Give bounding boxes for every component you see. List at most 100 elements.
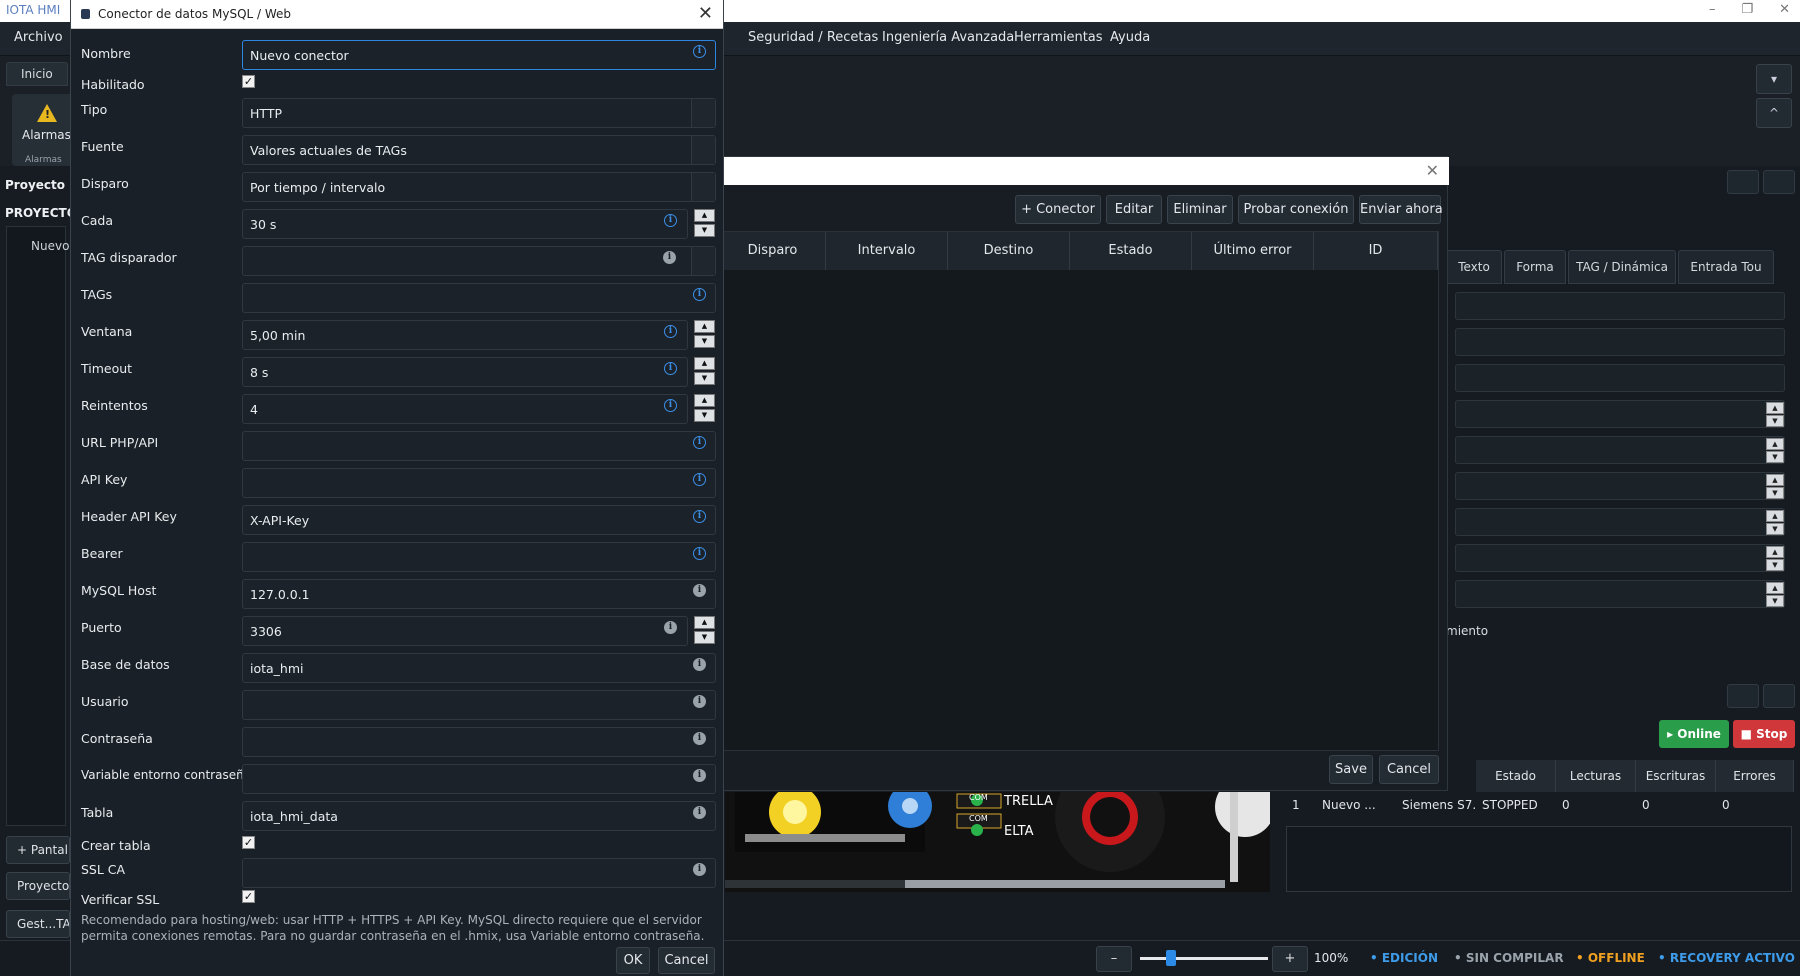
info-icon[interactable]: i <box>693 732 706 745</box>
edit-button[interactable]: Editar <box>1106 195 1162 224</box>
table-cell[interactable]: 0 <box>1636 792 1716 818</box>
info-icon[interactable]: i <box>693 863 706 876</box>
spin-down-icon[interactable]: ▼ <box>1766 487 1784 499</box>
spin-down-icon[interactable]: ▼ <box>694 335 715 348</box>
fuente-select[interactable]: Valores actuales de TAGs <box>242 135 716 165</box>
info-icon[interactable]: i <box>664 621 677 634</box>
cancel-button[interactable]: Cancel <box>658 947 715 974</box>
connectors-table[interactable]: Disparo Intervalo Destino Estado Último … <box>719 231 1439 751</box>
spin-up-icon[interactable]: ▲ <box>1766 510 1784 522</box>
disparo-select[interactable]: Por tiempo / intervalo <box>242 172 716 202</box>
close-icon[interactable]: ✕ <box>1426 161 1439 180</box>
tab-texto[interactable]: Texto <box>1446 250 1502 284</box>
mysql-host-input[interactable]: 127.0.0.1 <box>242 579 716 609</box>
chevron-down-icon[interactable] <box>691 99 715 127</box>
spin-up-icon[interactable]: ▲ <box>1766 582 1784 594</box>
zoom-in-button[interactable]: + <box>1272 946 1308 972</box>
info-icon[interactable]: i <box>693 547 706 560</box>
table-cell[interactable]: STOPPED <box>1476 792 1556 818</box>
info-icon[interactable]: i <box>693 658 706 671</box>
property-field[interactable] <box>1455 400 1785 428</box>
menu-seguridad[interactable]: Seguridad / Recetas <box>748 30 878 45</box>
table-cell[interactable]: 1 <box>1286 792 1316 818</box>
info-icon[interactable]: i <box>693 806 706 819</box>
menu-herramientas[interactable]: Herramientas <box>1014 30 1103 45</box>
table-cell[interactable]: 0 <box>1556 792 1636 818</box>
info-icon[interactable]: i <box>663 251 676 264</box>
tab-tag-dinamica[interactable]: TAG / Dinámica <box>1568 250 1676 284</box>
property-field[interactable] <box>1455 472 1785 500</box>
spin-up-icon[interactable]: ▲ <box>694 320 715 333</box>
property-field[interactable] <box>1455 580 1785 608</box>
tags-input[interactable] <box>242 283 716 313</box>
info-icon[interactable]: i <box>693 769 706 782</box>
bearer-input[interactable] <box>242 542 716 572</box>
ventana-spinbox[interactable]: 5,00 min <box>242 320 688 350</box>
close-panel-icon[interactable] <box>1763 684 1795 708</box>
menu-ayuda[interactable]: Ayuda <box>1110 30 1150 45</box>
delete-button[interactable]: Eliminar <box>1167 195 1233 224</box>
habilitado-checkbox[interactable]: ✓ <box>242 75 255 88</box>
puerto-spinbox[interactable]: 3306 <box>242 616 688 646</box>
zoom-slider[interactable] <box>1140 957 1268 960</box>
table-cell[interactable]: Siemens S7... <box>1396 792 1476 818</box>
info-icon[interactable]: i <box>693 510 706 523</box>
cada-spinbox[interactable]: 30 s <box>242 209 688 239</box>
timeout-spinbox[interactable]: 8 s <box>242 357 688 387</box>
info-icon[interactable]: i <box>693 584 706 597</box>
spin-down-icon[interactable]: ▼ <box>1766 595 1784 607</box>
info-icon[interactable]: i <box>693 45 706 58</box>
table-cell[interactable]: Nuevo ... <box>1316 792 1396 818</box>
tab-inicio[interactable]: Inicio <box>6 62 68 86</box>
column-header[interactable]: Estado <box>1476 760 1556 792</box>
spin-up-icon[interactable]: ▲ <box>694 357 715 370</box>
column-header[interactable]: Errores <box>1716 760 1794 792</box>
spin-down-icon[interactable]: ▼ <box>694 372 715 385</box>
property-field[interactable] <box>1455 292 1785 320</box>
tab-proyecto[interactable]: Proyecto <box>6 872 70 900</box>
url-input[interactable] <box>242 431 716 461</box>
spin-up-icon[interactable]: ▲ <box>694 209 715 222</box>
tipo-select[interactable]: HTTP <box>242 98 716 128</box>
column-header[interactable]: Intervalo <box>826 232 948 270</box>
api-key-input[interactable] <box>242 468 716 498</box>
info-icon[interactable]: i <box>664 325 677 338</box>
ssl-ca-input[interactable] <box>242 858 716 888</box>
cancel-button[interactable]: Cancel <box>1379 755 1439 784</box>
tab-entrada-touch[interactable]: Entrada Tou <box>1678 250 1774 284</box>
property-field[interactable] <box>1455 328 1785 356</box>
save-button[interactable]: Save <box>1329 755 1373 784</box>
info-icon[interactable]: i <box>693 473 706 486</box>
menu-archivo[interactable]: Archivo <box>14 30 63 45</box>
close-panel-icon[interactable] <box>1763 170 1795 194</box>
spin-up-icon[interactable]: ▲ <box>1766 402 1784 414</box>
project-tree[interactable]: Nuevo <box>6 226 69 826</box>
table-cell[interactable]: 0 <box>1716 792 1794 818</box>
pin-icon[interactable] <box>1727 684 1759 708</box>
tag-disparador-select[interactable] <box>242 246 716 276</box>
spin-down-icon[interactable]: ▼ <box>1766 523 1784 535</box>
column-header[interactable]: Disparo <box>720 232 826 270</box>
info-icon[interactable]: i <box>693 695 706 708</box>
column-header[interactable]: Estado <box>1070 232 1192 270</box>
spin-up-icon[interactable]: ▲ <box>694 616 715 629</box>
ribbon-dropdown-button[interactable]: ▾ <box>1756 64 1792 94</box>
tab-forma[interactable]: Forma <box>1504 250 1566 284</box>
crear-tabla-checkbox[interactable]: ✓ <box>242 836 255 849</box>
info-icon[interactable]: i <box>693 436 706 449</box>
add-screen-button[interactable]: + Pantall <box>6 836 70 864</box>
column-header[interactable]: Último error <box>1192 232 1314 270</box>
zoom-slider-handle[interactable] <box>1166 950 1176 966</box>
spin-up-icon[interactable]: ▲ <box>1766 546 1784 558</box>
spin-down-icon[interactable]: ▼ <box>1766 451 1784 463</box>
spin-down-icon[interactable]: ▼ <box>1766 559 1784 571</box>
close-icon[interactable]: ✕ <box>1779 2 1790 17</box>
minimize-icon[interactable]: – <box>1709 2 1716 17</box>
info-icon[interactable]: i <box>664 399 677 412</box>
tab-gestor-tags[interactable]: Gest...TAG <box>6 910 70 938</box>
stop-button[interactable]: ■ Stop <box>1733 720 1795 748</box>
spin-up-icon[interactable]: ▲ <box>1766 438 1784 450</box>
chevron-down-icon[interactable] <box>691 247 715 275</box>
property-field[interactable] <box>1455 364 1785 392</box>
contrasena-input[interactable] <box>242 727 716 757</box>
